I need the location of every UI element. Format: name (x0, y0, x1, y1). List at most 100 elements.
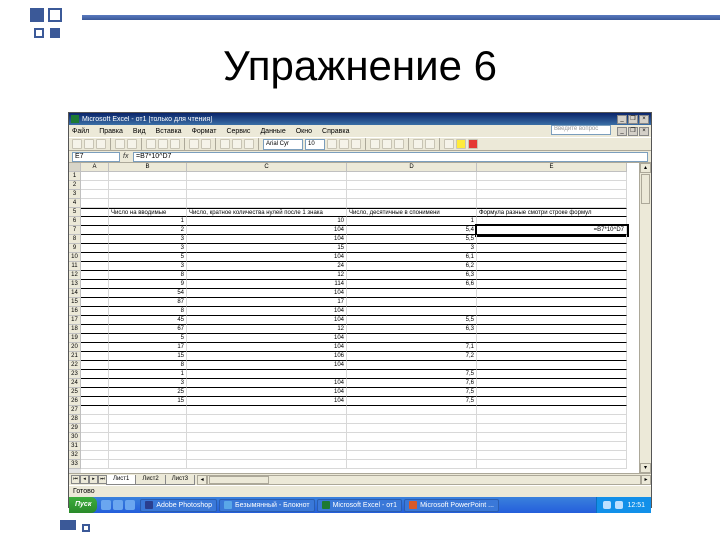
cell[interactable]: 15 (109, 352, 187, 361)
menu-edit[interactable]: Правка (99, 128, 123, 135)
cell[interactable] (477, 433, 627, 442)
cell[interactable] (109, 442, 187, 451)
row-header[interactable]: 1 (69, 172, 81, 181)
print-button[interactable] (115, 139, 125, 149)
row-header[interactable]: 7 (69, 226, 81, 235)
cell[interactable] (81, 244, 109, 253)
fillcolor-button[interactable] (456, 139, 466, 149)
cell[interactable] (477, 280, 627, 289)
copy-button[interactable] (158, 139, 168, 149)
doc-close-button[interactable]: × (639, 127, 649, 136)
cell[interactable]: 5 (109, 253, 187, 262)
fontsize-selector[interactable]: 10 (305, 139, 325, 150)
align-center-button[interactable] (382, 139, 392, 149)
cell[interactable] (477, 316, 627, 325)
ql-icon[interactable] (113, 500, 123, 510)
cell[interactable] (347, 361, 477, 370)
cell[interactable]: 5 (109, 334, 187, 343)
bold-button[interactable] (327, 139, 337, 149)
cell[interactable] (109, 406, 187, 415)
cell[interactable] (477, 325, 627, 334)
cell[interactable] (81, 370, 109, 379)
menu-format[interactable]: Формат (192, 128, 217, 135)
cell[interactable] (81, 343, 109, 352)
cell[interactable] (81, 271, 109, 280)
percent-button[interactable] (425, 139, 435, 149)
cell[interactable]: 17 (187, 298, 347, 307)
cell[interactable] (81, 361, 109, 370)
cell[interactable]: 6,1 (347, 253, 477, 262)
cell[interactable] (109, 172, 187, 181)
cell[interactable] (81, 289, 109, 298)
cell[interactable] (187, 424, 347, 433)
row-header[interactable]: 8 (69, 235, 81, 244)
borders-button[interactable] (444, 139, 454, 149)
row-header[interactable]: 11 (69, 262, 81, 271)
cell[interactable]: 3 (347, 244, 477, 253)
col-header-e[interactable]: E (477, 163, 627, 172)
cell[interactable]: Число на вводимые (109, 208, 187, 217)
cell[interactable] (81, 217, 109, 226)
cell[interactable] (81, 262, 109, 271)
row-header[interactable]: 21 (69, 352, 81, 361)
row-header[interactable]: 26 (69, 397, 81, 406)
cell[interactable]: 104 (187, 307, 347, 316)
hscroll-thumb[interactable] (209, 476, 269, 484)
row-header[interactable]: 30 (69, 433, 81, 442)
cell[interactable] (347, 289, 477, 298)
scroll-up-button[interactable]: ▴ (640, 163, 651, 173)
cell[interactable] (477, 424, 627, 433)
cell[interactable]: Число, кратное количества нулей после 1 … (187, 208, 347, 217)
minimize-button[interactable]: _ (617, 115, 627, 124)
cell[interactable] (81, 334, 109, 343)
cell[interactable] (81, 280, 109, 289)
cell[interactable]: 8 (109, 271, 187, 280)
scroll-left-button[interactable]: ◂ (197, 475, 207, 485)
chart-button[interactable] (244, 139, 254, 149)
row-header[interactable]: 3 (69, 190, 81, 199)
cell[interactable] (187, 199, 347, 208)
cell[interactable] (187, 433, 347, 442)
cell[interactable] (477, 244, 627, 253)
row-header[interactable]: 5 (69, 208, 81, 217)
cell[interactable] (347, 334, 477, 343)
cell[interactable] (477, 352, 627, 361)
cell[interactable]: 104 (187, 289, 347, 298)
tab-next-button[interactable]: ▸ (89, 475, 98, 484)
cell[interactable]: 25 (109, 388, 187, 397)
cell[interactable] (347, 424, 477, 433)
cell[interactable]: 3 (109, 244, 187, 253)
row-header[interactable]: 15 (69, 298, 81, 307)
cell[interactable] (81, 190, 109, 199)
cell[interactable] (347, 172, 477, 181)
cell[interactable] (477, 388, 627, 397)
row-header[interactable]: 29 (69, 424, 81, 433)
cell[interactable]: 7,2 (347, 352, 477, 361)
cell[interactable]: 15 (187, 244, 347, 253)
cell[interactable]: 8 (109, 307, 187, 316)
row-header[interactable]: 31 (69, 442, 81, 451)
cell[interactable]: 6,3 (347, 325, 477, 334)
cell[interactable] (477, 199, 627, 208)
cell[interactable] (477, 460, 627, 469)
cell[interactable] (81, 379, 109, 388)
cell[interactable] (477, 298, 627, 307)
cell[interactable] (81, 424, 109, 433)
row-header[interactable]: 19 (69, 334, 81, 343)
sum-button[interactable] (220, 139, 230, 149)
taskbar-task[interactable]: Microsoft Excel - от1 (317, 499, 403, 512)
cell[interactable] (477, 370, 627, 379)
cell[interactable] (187, 181, 347, 190)
cell[interactable]: 1 (109, 217, 187, 226)
cell[interactable] (81, 325, 109, 334)
cell[interactable] (81, 415, 109, 424)
row-header[interactable]: 14 (69, 289, 81, 298)
cell[interactable]: 6,2 (347, 262, 477, 271)
cell[interactable]: 104 (187, 379, 347, 388)
cell[interactable] (347, 307, 477, 316)
cell[interactable]: 87 (109, 298, 187, 307)
cell[interactable]: Формула разные смотри строке формул (477, 208, 627, 217)
cell[interactable] (81, 253, 109, 262)
cell[interactable] (81, 208, 109, 217)
cell[interactable]: 7,5 (347, 397, 477, 406)
